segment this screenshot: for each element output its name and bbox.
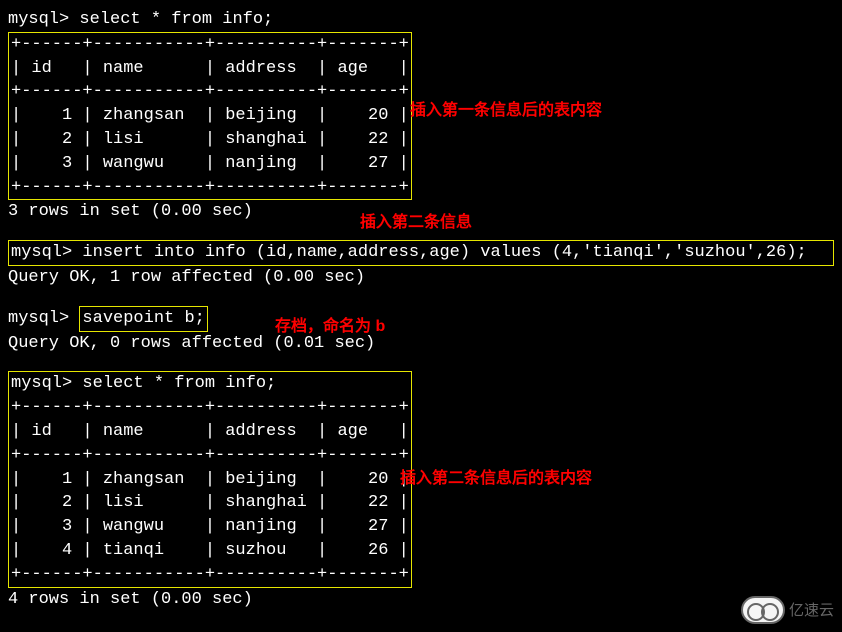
sql-query-2: insert into info (id,name,address,age) v… (11, 241, 831, 265)
table-divider: +------+-----------+----------+-------+ (11, 444, 409, 468)
insert-command-box: insert into info (id,name,address,age) v… (8, 240, 834, 266)
query-text: insert into info (id,name,address,age) v… (82, 243, 806, 262)
table-divider: +------+-----------+----------+-------+ (11, 396, 409, 420)
spacer (8, 355, 834, 371)
table-divider: +------+-----------+----------+-------+ (11, 563, 409, 587)
table-row: | 3 | wangwu | nanjing | 27 | (11, 515, 409, 539)
table-header: | id | name | address | age | (11, 57, 409, 81)
annotation-4: 插入第二条信息后的表内容 (400, 468, 592, 490)
status-text-3: Query OK, 0 rows affected (0.01 sec) (8, 332, 834, 356)
query-text: select * from info; (79, 10, 273, 29)
query-text: select * from info; (82, 374, 276, 393)
result-table-2-box: select * from info; +------+-----------+… (8, 371, 412, 587)
table-header: | id | name | address | age | (11, 420, 409, 444)
table-row: | 3 | wangwu | nanjing | 27 | (11, 152, 409, 176)
table-row: | 2 | lisi | shanghai | 22 | (11, 128, 409, 152)
table-row: | 2 | lisi | shanghai | 22 | (11, 491, 409, 515)
table-row: | 4 | tianqi | suzhou | 26 | (11, 539, 409, 563)
table-row: | 1 | zhangsan | beijing | 20 | (11, 468, 409, 492)
table-row: | 1 | zhangsan | beijing | 20 | (11, 104, 409, 128)
result-table-1-box: +------+-----------+----------+-------+ … (8, 32, 412, 201)
savepoint-line: mysql> savepoint b; (8, 306, 834, 332)
cloud-icon (741, 596, 785, 624)
annotation-2: 插入第二条信息 (360, 212, 472, 234)
status-text-4: 4 rows in set (0.00 sec) (8, 588, 834, 612)
sql-query-1: select * from info; (8, 8, 834, 32)
annotation-1: 插入第一条信息后的表内容 (410, 100, 602, 122)
annotation-3: 存档，命名为 b (275, 316, 385, 338)
savepoint-box: savepoint b; (79, 306, 207, 332)
status-text-2: Query OK, 1 row affected (0.00 sec) (8, 266, 834, 290)
table-divider: +------+-----------+----------+-------+ (11, 80, 409, 104)
brand-text: 亿速云 (789, 600, 834, 621)
table-divider: +------+-----------+----------+-------+ (11, 33, 409, 57)
sql-query-4: select * from info; (11, 372, 409, 396)
table-divider: +------+-----------+----------+-------+ (11, 176, 409, 200)
spacer (8, 290, 834, 306)
brand-logo: 亿速云 (741, 596, 834, 624)
